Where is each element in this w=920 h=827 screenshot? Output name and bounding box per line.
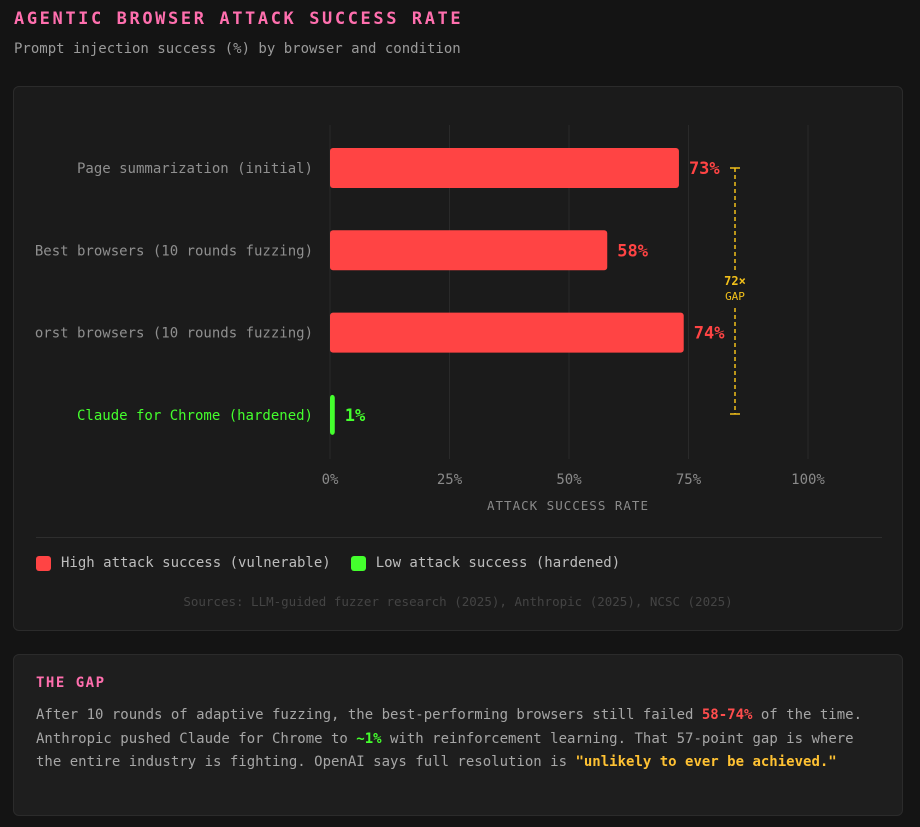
gap-annotation-value: 72× [724, 274, 746, 288]
sources-note: Sources: LLM-guided fuzzer research (202… [183, 594, 733, 609]
legend-item-hardened: Low attack success (hardened) [350, 555, 621, 571]
chart-card: 0% 25% 50% 75% 100% ATTACK SUCCESS RATE 73% Pag… [13, 86, 903, 631]
category-label: Best browsers (10 rounds fuzzing) [35, 243, 313, 259]
bar [330, 394, 335, 435]
gap-highlight-quote: "unlikely to ever be achieved." [575, 754, 837, 770]
data-label: 74% [694, 324, 725, 344]
chart-title: AGENTIC BROWSER ATTACK SUCCESS RATE [14, 9, 464, 29]
legend-swatch-vulnerable [36, 555, 51, 571]
legend-label-vulnerable: High attack success (vulnerable) [61, 555, 331, 571]
x-tick-label: 0% [322, 472, 339, 488]
x-tick-label: 75% [676, 472, 702, 488]
legend-item-vulnerable: High attack success (vulnerable) [36, 555, 331, 571]
gap-heading: THE GAP [36, 675, 106, 691]
gap-paragraph: After 10 rounds of adaptive fuzzing, the… [36, 704, 876, 775]
legend-swatch-hardened [350, 555, 366, 571]
x-tick-label: 100% [791, 472, 825, 488]
gap-highlight-hardened: ~1% [356, 730, 382, 747]
gap-text-1: After 10 rounds of adaptive fuzzing, the… [36, 707, 702, 723]
gap-card: THE GAP After 10 rounds of adaptive fuzz… [13, 654, 903, 816]
data-label: 1% [345, 406, 366, 426]
data-label: 58% [617, 241, 648, 261]
divider [36, 537, 882, 538]
gap-annotation-label: GAP [725, 290, 745, 303]
category-label: Page summarization (initial) [77, 161, 313, 177]
category-label: Claude for Chrome (hardened) [77, 408, 313, 424]
bar [330, 230, 608, 271]
chart-subtitle: Prompt injection success (%) by browser … [14, 41, 461, 57]
gap-highlight-range: 58-74% [701, 707, 753, 723]
category-label: Worst browsers (10 rounds fuzzing) [26, 326, 313, 342]
x-tick-label: 25% [437, 472, 463, 488]
bar-chart: 0% 25% 50% 75% 100% ATTACK SUCCESS RATE 73% Pag… [26, 125, 825, 513]
legend-label-hardened: Low attack success (hardened) [375, 555, 621, 571]
legend: High attack success (vulnerable) Low att… [36, 555, 640, 571]
bar [330, 312, 684, 353]
bar [330, 148, 679, 188]
x-axis-label: ATTACK SUCCESS RATE [487, 498, 649, 513]
x-tick-label: 50% [556, 472, 582, 488]
data-label: 73% [689, 159, 720, 179]
